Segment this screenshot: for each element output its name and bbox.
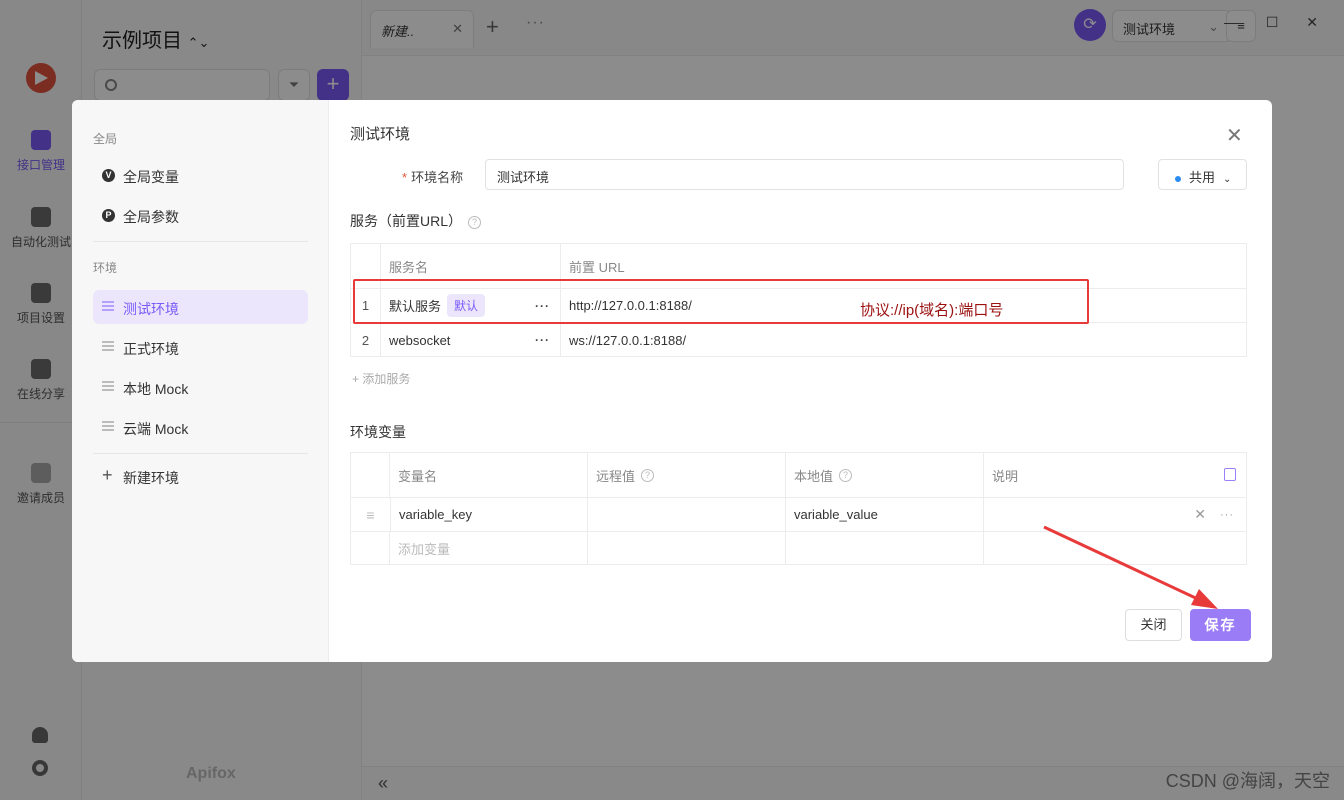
column-header: 变量名: [390, 453, 588, 497]
service-name-cell[interactable]: websocket ···: [381, 323, 561, 357]
close-button[interactable]: 关闭: [1125, 609, 1182, 641]
group-label-global: 全局: [93, 132, 118, 146]
add-service-button[interactable]: + 添加服务: [352, 370, 410, 387]
list-icon: [102, 381, 114, 391]
delete-icon[interactable]: ✕: [1194, 506, 1206, 523]
more-icon[interactable]: ···: [1220, 509, 1234, 521]
share-dropdown[interactable]: 共用 ⌄: [1158, 159, 1247, 190]
close-icon[interactable]: ✕: [1226, 126, 1243, 146]
help-icon[interactable]: ?: [468, 216, 482, 229]
env-name-label: * 环境名称: [402, 170, 464, 185]
table-row[interactable]: 2 websocket ··· ws://127.0.0.1:8188/: [351, 323, 1246, 357]
plus-icon: +: [102, 465, 113, 485]
column-header: 远程值?: [588, 453, 786, 497]
sidebar-item-test-env[interactable]: 测试环境: [93, 290, 308, 324]
list-icon: [102, 301, 114, 311]
help-icon[interactable]: ?: [839, 468, 853, 482]
annotation-text: 协议://ip(域名):端口号: [860, 302, 1004, 319]
remote-value-cell[interactable]: [588, 498, 786, 531]
save-button[interactable]: 保存: [1190, 609, 1251, 641]
sidebar-item-global-variables[interactable]: V 全局变量: [93, 158, 308, 192]
modal-sidebar: 全局 V 全局变量 P 全局参数 环境 测试环境 正式环境 本地 Mock 云端…: [72, 100, 329, 662]
row-number: 2: [351, 323, 381, 357]
drag-handle-icon[interactable]: ≡: [351, 498, 390, 531]
status-dot: [1175, 175, 1181, 182]
service-url-cell[interactable]: ws://127.0.0.1:8188/: [561, 323, 1246, 357]
services-section-title: 服务（前置URL）?: [350, 211, 482, 231]
group-label-env: 环境: [93, 261, 118, 275]
table-header: 变量名 远程值? 本地值? 说明: [351, 453, 1246, 498]
environment-modal: 全局 V 全局变量 P 全局参数 环境 测试环境 正式环境 本地 Mock 云端…: [72, 100, 1272, 662]
watermark: CSDN @海阔，天空: [1165, 771, 1330, 791]
sidebar-divider: [93, 453, 308, 454]
variables-table: 变量名 远程值? 本地值? 说明 ≡ variable_key variable…: [350, 452, 1247, 565]
table-row[interactable]: ≡ variable_key variable_value ✕ ···: [351, 498, 1246, 532]
sidebar-item-cloud-mock[interactable]: 云端 Mock: [93, 410, 308, 444]
column-header: 本地值?: [786, 453, 984, 497]
param-icon: P: [102, 209, 115, 222]
more-icon[interactable]: ···: [535, 333, 550, 347]
sidebar-divider: [93, 241, 308, 242]
local-value-cell[interactable]: variable_value: [786, 498, 984, 531]
column-header: 说明: [984, 453, 1246, 497]
env-name-field[interactable]: 测试环境: [485, 159, 1124, 190]
sidebar-item-global-params[interactable]: P 全局参数: [93, 198, 308, 232]
help-icon[interactable]: ?: [641, 468, 655, 482]
variable-name-cell[interactable]: variable_key: [390, 498, 588, 531]
variable-icon: V: [102, 169, 115, 182]
sidebar-item-prod-env[interactable]: 正式环境: [93, 330, 308, 364]
modal-title: 测试环境: [350, 126, 411, 143]
add-variable-input[interactable]: 添加变量: [390, 532, 588, 565]
bulk-edit-icon[interactable]: [1224, 468, 1236, 481]
description-cell[interactable]: ✕ ···: [984, 498, 1246, 531]
variables-section-title: 环境变量: [350, 424, 406, 440]
table-row[interactable]: 添加变量: [351, 532, 1246, 565]
new-environment-button[interactable]: + 新建环境: [93, 459, 308, 493]
list-icon: [102, 421, 114, 431]
chevron-down-icon: ⌄: [1223, 174, 1232, 185]
list-icon: [102, 341, 114, 351]
sidebar-item-local-mock[interactable]: 本地 Mock: [93, 370, 308, 404]
